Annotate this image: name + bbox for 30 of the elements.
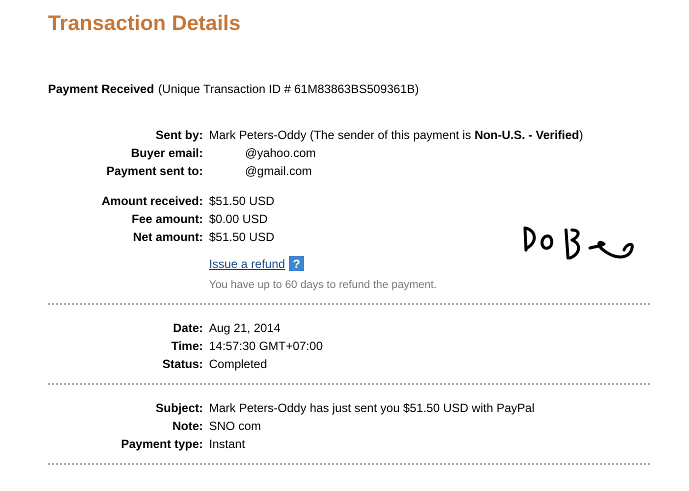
field-value: 14:57:30 GMT+07:00 [209,339,324,353]
field-label: Payment type: [120,437,203,451]
field-label: Note: [171,419,203,433]
field-label: Net amount: [132,230,203,244]
field-label: Status: [161,357,203,371]
field-label: Time: [170,339,203,353]
field-label: Date: [172,321,203,335]
payment-status-heading: Payment Received [48,82,154,96]
field-value: $51.50 USD [209,194,276,208]
field-label: Payment sent to: [105,164,203,178]
field-value: $51.50 USD [209,230,276,244]
field-value: $0.00 USD [209,212,269,226]
refund-note: You have up to 60 days to refund the payment. [209,279,438,291]
field-value: @yahoo.com [244,146,317,160]
field-value: @gmail.com [244,164,313,178]
field-value: Instant [209,437,246,451]
field-value: Mark Peters-Oddy has just sent you $51.50 USD with PayPal [209,401,536,415]
refund-link[interactable]: Issue a refund [209,256,286,270]
field-label: Sent by: [154,128,203,142]
field-label: Amount received: [100,194,203,208]
help-icon[interactable]: ? [289,256,304,271]
field-value: Completed [209,357,268,371]
field-label: Fee amount: [130,212,203,226]
field-label: Buyer email: [130,146,203,160]
field-value: Mark Peters-Oddy (The sender of this payment is Non-U.S. - Verified) [209,128,584,142]
field-value: Aug 21, 2014 [209,321,282,335]
page-title: Transaction Details [48,12,242,36]
field-label: Subject: [154,401,203,415]
field-value: SNO com [209,419,262,433]
transaction-id: (Unique Transaction ID # 61M83863BS509361B) [158,82,419,96]
